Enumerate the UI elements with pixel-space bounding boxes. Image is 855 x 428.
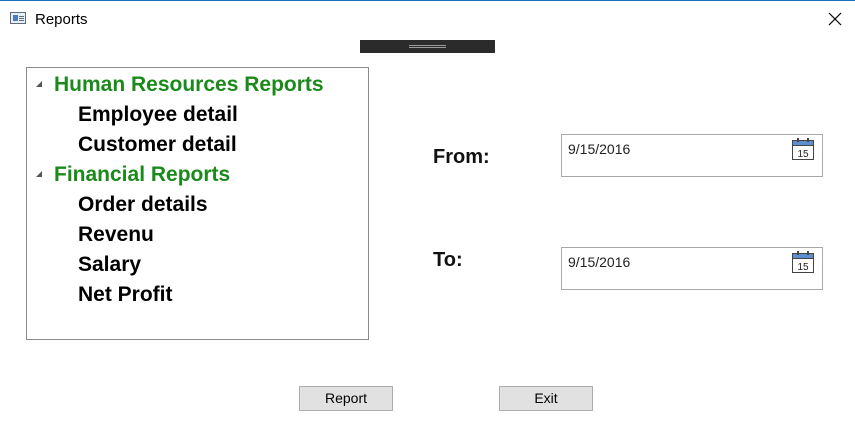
from-calendar-button[interactable]: 15 (791, 137, 815, 161)
tree-item-employee-detail[interactable]: Employee detail (78, 100, 238, 130)
title-bar[interactable]: Reports (0, 1, 855, 37)
tree-group-human-resources[interactable]: Human Resources Reports (54, 70, 324, 100)
to-calendar-button[interactable]: 15 (791, 250, 815, 274)
tree-item-revenu[interactable]: Revenu (78, 220, 154, 250)
grip-line (409, 47, 446, 48)
resize-grip[interactable] (360, 40, 495, 53)
close-button[interactable] (820, 6, 850, 32)
to-date-picker[interactable]: 9/15/2016 15 (561, 247, 823, 290)
tree-item-order-details[interactable]: Order details (78, 190, 208, 220)
expand-arrow-icon[interactable] (36, 171, 42, 177)
to-date-value[interactable]: 9/15/2016 (568, 254, 630, 270)
expand-arrow-icon[interactable] (36, 81, 42, 87)
tree-item-customer-detail[interactable]: Customer detail (78, 130, 237, 160)
reports-tree[interactable]: Human Resources Reports Employee detail … (26, 67, 369, 340)
tree-item-net-profit[interactable]: Net Profit (78, 280, 173, 310)
reports-window: Reports Human Resources Reports Employee… (0, 0, 855, 428)
calendar-icon-day: 15 (797, 149, 809, 160)
close-icon (828, 12, 842, 26)
calendar-icon-day: 15 (797, 262, 809, 273)
window-app-icon (10, 12, 26, 24)
grip-line (409, 45, 446, 46)
to-label: To: (433, 249, 463, 271)
from-date-picker[interactable]: 9/15/2016 15 (561, 134, 823, 177)
from-label: From: (433, 146, 490, 168)
report-button[interactable]: Report (299, 386, 393, 411)
window-title: Reports (35, 11, 88, 28)
tree-group-financial[interactable]: Financial Reports (54, 160, 230, 190)
exit-button[interactable]: Exit (499, 386, 593, 411)
from-date-value[interactable]: 9/15/2016 (568, 141, 630, 157)
tree-item-salary[interactable]: Salary (78, 250, 141, 280)
calendar-icon: 15 (792, 251, 814, 273)
calendar-icon: 15 (792, 138, 814, 160)
